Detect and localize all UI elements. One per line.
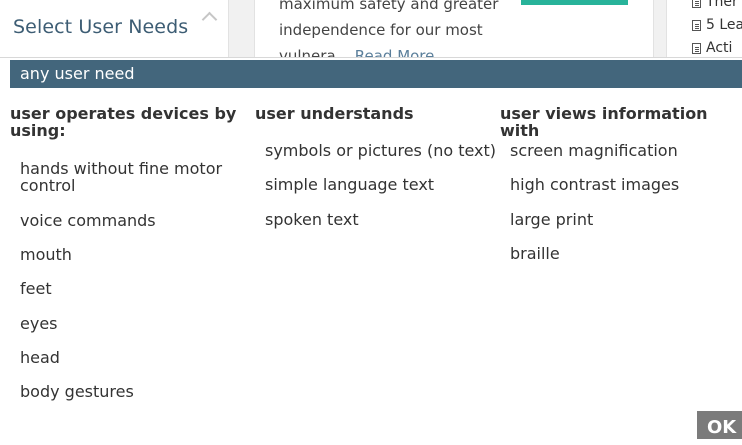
option-hands[interactable]: hands without fine motor control (20, 160, 230, 194)
user-needs-dropdown: any user need user operates devices by u… (0, 57, 742, 439)
side-list: Ther 5 Lea Acti (666, 0, 742, 58)
document-icon (692, 0, 701, 8)
column-heading: user understands (255, 104, 414, 123)
option-head[interactable]: head (20, 349, 60, 366)
column-views-information: user views information with (500, 105, 740, 139)
document-icon (692, 43, 701, 54)
background-page: Select User Needs maximum safety and gre… (0, 0, 742, 58)
document-icon (692, 20, 701, 31)
ok-button[interactable]: OK (697, 411, 742, 439)
option-braille[interactable]: braille (510, 245, 560, 262)
option-eyes[interactable]: eyes (20, 315, 58, 332)
column-heading: user operates devices by using: (10, 104, 237, 140)
column-heading: user views information with (500, 104, 708, 140)
option-feet[interactable]: feet (20, 280, 52, 297)
option-symbols[interactable]: symbols or pictures (no text) (265, 142, 496, 159)
option-simple-language[interactable]: simple language text (265, 176, 434, 193)
column-understands: user understands (255, 105, 485, 122)
option-any-user-need[interactable]: any user need (10, 60, 742, 88)
filter-title: Select User Needs (13, 16, 189, 38)
option-body-gestures[interactable]: body gestures (20, 383, 134, 400)
option-voice-commands[interactable]: voice commands (20, 212, 156, 229)
column-operates-devices: user operates devices by using: (10, 105, 240, 139)
option-large-print[interactable]: large print (510, 211, 593, 228)
option-spoken-text[interactable]: spoken text (265, 211, 359, 228)
option-high-contrast[interactable]: high contrast images (510, 176, 679, 193)
chevron-up-icon[interactable] (201, 11, 218, 28)
result-card: maximum safety and greater independence … (254, 0, 654, 58)
filter-header[interactable]: Select User Needs (0, 0, 229, 58)
card-description: maximum safety and greater independence … (279, 0, 509, 58)
card-image (521, 0, 628, 5)
option-screen-magnification[interactable]: screen magnification (510, 142, 678, 159)
option-mouth[interactable]: mouth (20, 246, 72, 263)
